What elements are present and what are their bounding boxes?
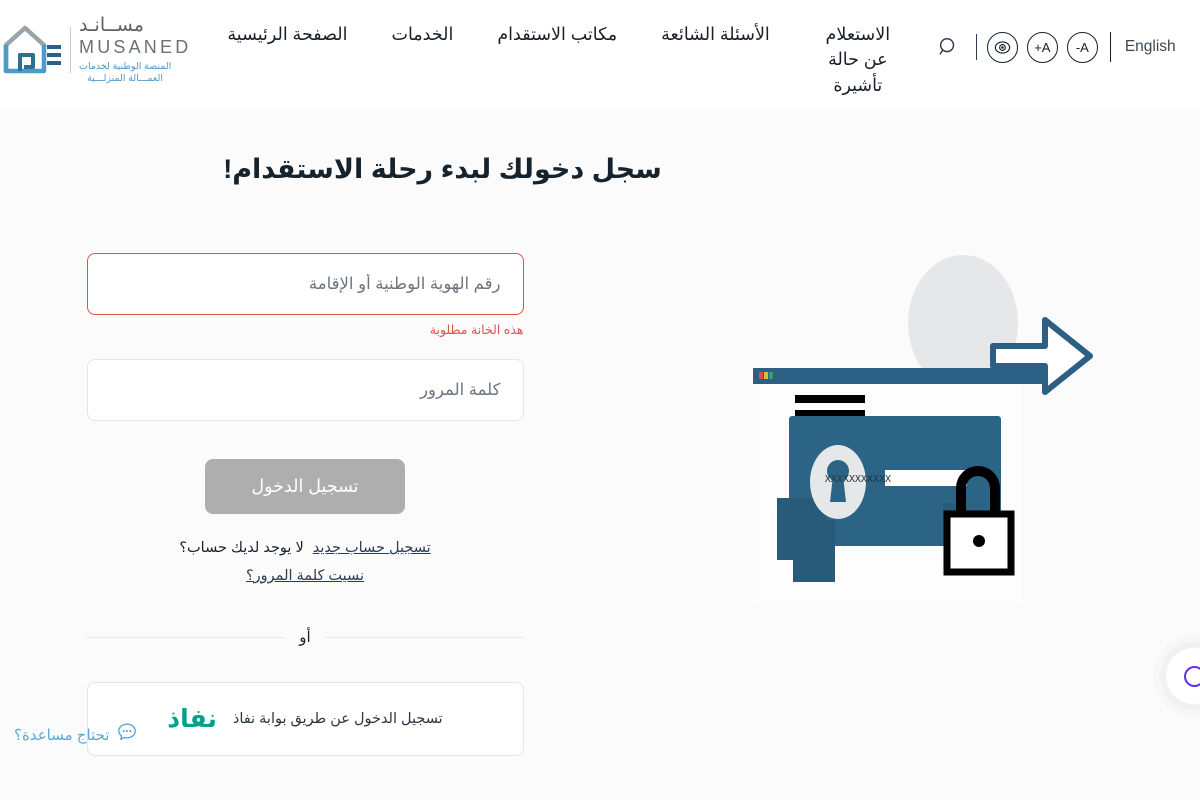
brand-name-en: MUSANED xyxy=(79,37,192,57)
login-form: هذه الخانة مطلوبة تسجيل الدخول لا يوجد ل… xyxy=(0,253,610,756)
nav-home[interactable]: الصفحة الرئيسية xyxy=(205,22,369,47)
site-header: مســانـد MUSANED المنصة الوطنية لخدمات ا… xyxy=(0,0,1200,108)
tools-divider xyxy=(975,34,977,60)
login-security-illustration: XXXXXXXXXXX xyxy=(745,238,1145,638)
nav-services[interactable]: الخدمات xyxy=(369,22,475,47)
nav-faq[interactable]: الأسئلة الشائعة xyxy=(639,22,792,47)
or-line-left xyxy=(86,636,286,638)
logo-divider xyxy=(70,27,71,74)
nav-recruitment-offices[interactable]: مكاتب الاستقدام xyxy=(475,22,639,47)
nafath-label: تسجيل الدخول عن طريق بوابة نفاذ xyxy=(232,711,443,727)
register-link[interactable]: تسجيل حساب جديد xyxy=(313,540,431,556)
font-increase-button[interactable]: A+ xyxy=(1026,31,1058,63)
no-account-label: لا يوجد لديك حساب؟ xyxy=(179,540,304,556)
floating-edge-widget[interactable] xyxy=(1166,648,1200,704)
register-row: لا يوجد لديك حساب؟ تسجيل حساب جديد xyxy=(179,540,430,556)
id-field-wrapper: هذه الخانة مطلوبة xyxy=(86,253,524,337)
musaned-house-logo-icon xyxy=(0,21,62,79)
header-tools: A+ A- English xyxy=(924,30,1176,64)
brand-tagline-line1: المنصة الوطنية لخدمات xyxy=(79,61,172,72)
font-decrease-button[interactable]: A- xyxy=(1066,31,1098,63)
brand-tagline-line2: العمـــالة المنزلـــية xyxy=(87,72,164,84)
help-widget[interactable]: تحتاج مساعدة؟ xyxy=(14,721,138,748)
page-title: سجل دخولك لبدء رحلة الاستقدام! xyxy=(25,154,1170,185)
login-button[interactable]: تسجيل الدخول xyxy=(205,459,405,514)
nav-visa-status[interactable]: الاستعلام عن حالة تأشيرة xyxy=(792,22,924,98)
id-field-error: هذه الخانة مطلوبة xyxy=(429,323,524,337)
main-content: سجل دخولك لبدء رحلة الاستقدام! XXXXXXXXX… xyxy=(0,108,1200,800)
national-id-input[interactable] xyxy=(86,253,524,315)
password-input[interactable] xyxy=(86,359,524,421)
forgot-password-row: نسيت كلمة المرور؟ xyxy=(246,568,364,584)
site-logo[interactable]: مســانـد MUSANED المنصة الوطنية لخدمات ا… xyxy=(0,16,191,85)
accessibility-controls: A+ A- xyxy=(986,31,1098,63)
help-widget-label: تحتاج مساعدة؟ xyxy=(14,726,110,744)
or-divider: أو xyxy=(86,628,524,646)
brand-name-ar: مســانـد xyxy=(79,15,144,36)
main-navigation: الصفحة الرئيسية الخدمات مكاتب الاستقدام … xyxy=(205,22,923,98)
nafath-logo: نفاذ xyxy=(167,705,217,733)
or-line-right xyxy=(324,636,524,638)
page-title-text: سجل دخولك لبدء رحلة الاستقدام! xyxy=(223,154,662,184)
nafath-login-button[interactable]: نفاذ تسجيل الدخول عن طريق بوابة نفاذ xyxy=(86,682,524,756)
forgot-password-link[interactable]: نسيت كلمة المرور؟ xyxy=(246,568,364,584)
language-divider xyxy=(1109,32,1111,62)
chat-bubble-icon xyxy=(116,721,138,748)
language-toggle[interactable]: English xyxy=(1125,38,1176,56)
contrast-eye-icon[interactable] xyxy=(986,31,1018,63)
illustration-password-mask: XXXXXXXXXXX xyxy=(825,474,891,485)
search-icon[interactable] xyxy=(930,30,966,64)
password-field-wrapper xyxy=(86,359,524,421)
brand-text: مســانـد MUSANED المنصة الوطنية لخدمات ا… xyxy=(79,16,191,85)
brand-tagline: المنصة الوطنية لخدمات العمـــالة المنزلـ… xyxy=(79,61,171,85)
or-label: أو xyxy=(299,629,311,646)
loading-circle-icon xyxy=(1183,665,1200,687)
